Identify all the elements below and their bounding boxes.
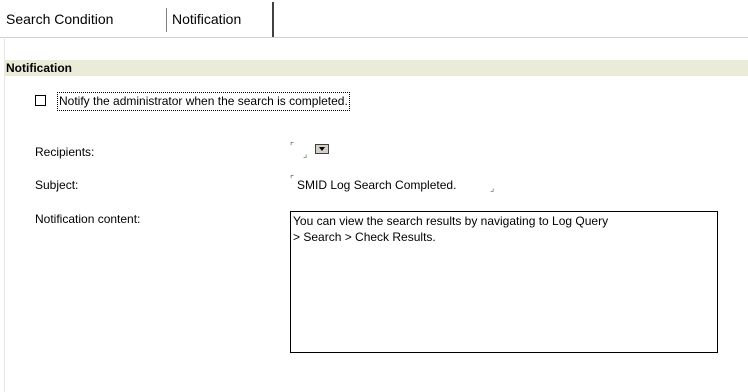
bracket-close-icon: ⌟	[303, 149, 308, 159]
notify-checkbox[interactable]	[35, 95, 46, 106]
tab-search-condition[interactable]: Search Condition	[0, 4, 167, 34]
notify-checkbox-label[interactable]: Notify the administrator when the search…	[57, 92, 350, 111]
subject-label: Subject:	[35, 178, 79, 192]
notification-content-label: Notification content:	[35, 212, 141, 226]
bracket-close-icon: ⌟	[490, 183, 495, 193]
bracket-open-icon: ⌜	[290, 141, 295, 151]
notification-content-textarea[interactable]: You can view the search results by navig…	[290, 211, 718, 353]
tab-bar: Search Condition Notification	[0, 0, 748, 38]
chevron-down-icon[interactable]	[315, 144, 329, 154]
tab-active-edge	[272, 2, 274, 38]
panel-border	[4, 37, 5, 392]
section-title: Notification	[4, 60, 748, 76]
recipients-label: Recipients:	[35, 145, 95, 159]
tab-notification[interactable]: Notification	[167, 4, 273, 34]
bracket-open-icon: ⌜	[290, 174, 295, 184]
subject-field[interactable]: SMID Log Search Completed.	[297, 177, 456, 193]
tab-baseline	[0, 37, 748, 38]
